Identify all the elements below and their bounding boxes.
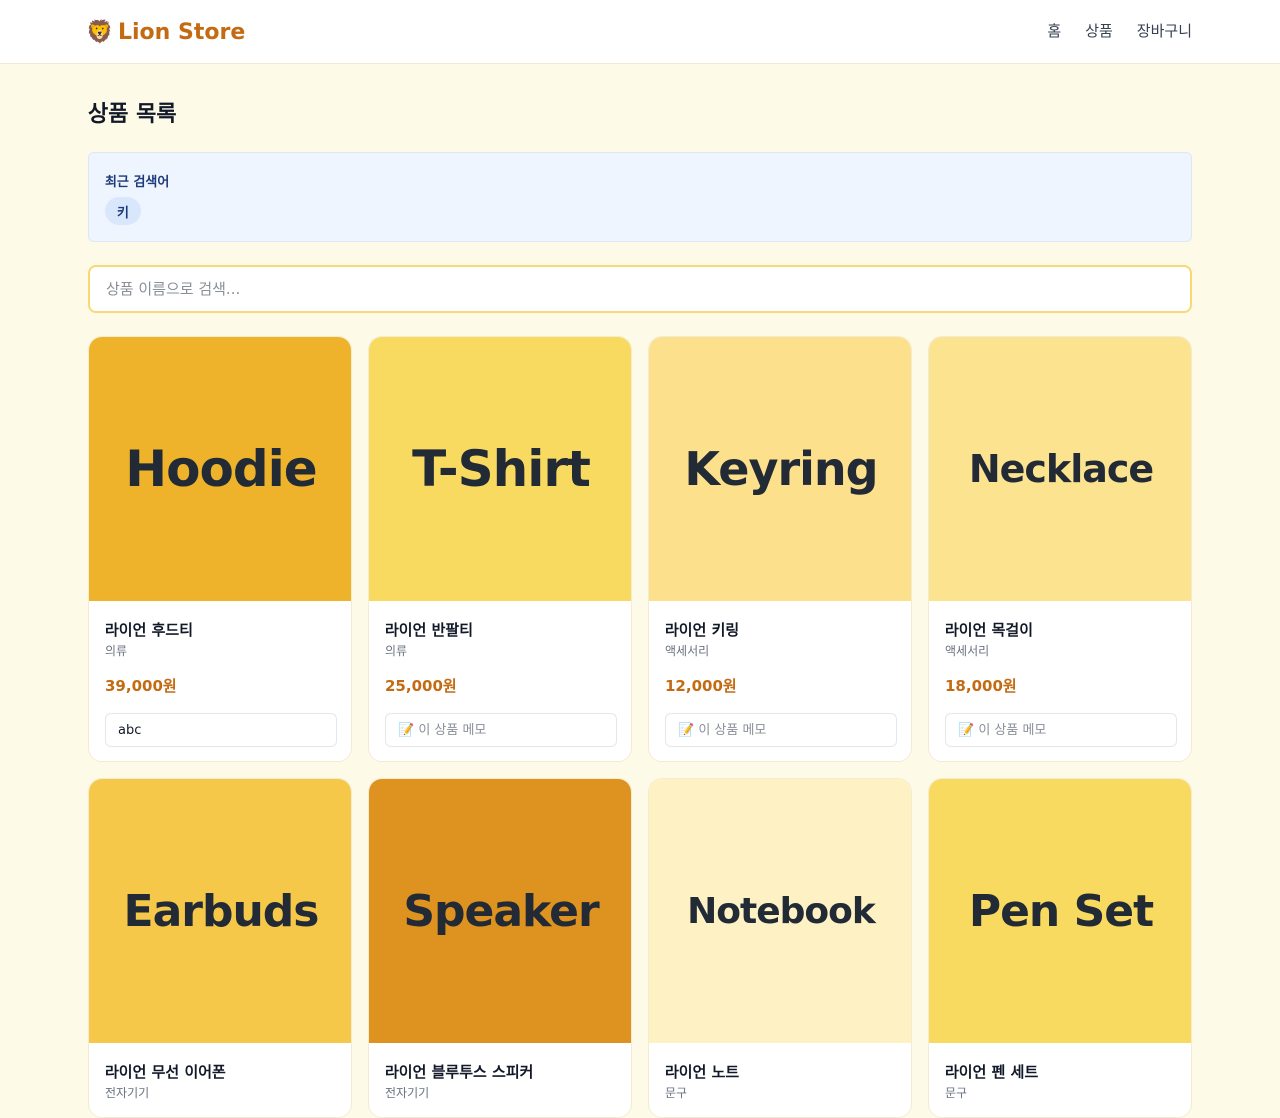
product-image: Notebook	[649, 779, 911, 1043]
product-memo-input[interactable]	[385, 713, 617, 747]
product-image-text: Necklace	[968, 447, 1154, 491]
product-price: 12,000원	[665, 677, 737, 695]
product-price: 18,000원	[945, 677, 1017, 695]
product-card-pen-set[interactable]: Pen Set 라이언 펜 세트 문구	[928, 778, 1192, 1118]
product-image-text: Hoodie	[125, 440, 317, 498]
nav-home[interactable]: 홈	[1047, 20, 1061, 41]
product-card-hoodie[interactable]: Hoodie 라이언 후드티 의류 39,000원	[88, 336, 352, 762]
product-memo-input[interactable]	[945, 713, 1177, 747]
product-image: Necklace	[929, 337, 1191, 601]
product-name: 라이언 블루투스 스피커	[385, 1063, 534, 1081]
recent-search-chip[interactable]: 키	[105, 197, 141, 225]
product-category: 의류	[105, 644, 128, 658]
product-name: 라이언 노트	[665, 1063, 740, 1081]
nav-cart[interactable]: 장바구니	[1137, 20, 1192, 41]
product-name: 라이언 목걸이	[945, 621, 1034, 639]
product-price: 39,000원	[105, 677, 177, 695]
product-category: 문구	[945, 1086, 968, 1100]
product-name: 라이언 무선 이어폰	[105, 1063, 226, 1081]
product-card-speaker[interactable]: Speaker 라이언 블루투스 스피커 전자기기	[368, 778, 632, 1118]
product-memo-input[interactable]	[105, 713, 337, 747]
search-input[interactable]	[88, 265, 1192, 313]
product-card-keyring[interactable]: Keyring 라이언 키링 액세서리 12,000원	[648, 336, 912, 762]
product-card-notebook[interactable]: Notebook 라이언 노트 문구	[648, 778, 912, 1118]
product-image: Pen Set	[929, 779, 1191, 1043]
product-image-text: Notebook	[687, 890, 876, 932]
product-price: 25,000원	[385, 677, 457, 695]
nav-products[interactable]: 상품	[1085, 20, 1113, 41]
lion-emoji-icon: 🦁	[86, 19, 114, 45]
product-memo-input[interactable]	[665, 713, 897, 747]
recent-searches-label: 최근 검색어	[105, 175, 170, 190]
brand-logo[interactable]: 🦁 Lion Store	[86, 16, 246, 48]
product-image: Earbuds	[89, 779, 351, 1043]
product-image-text: T-Shirt	[412, 440, 591, 498]
product-category: 전자기기	[385, 1086, 430, 1100]
product-category: 문구	[665, 1086, 688, 1100]
main-nav: 홈 상품 장바구니	[1047, 20, 1192, 41]
product-card-earbuds[interactable]: Earbuds 라이언 무선 이어폰 전자기기	[88, 778, 352, 1118]
brand-name: Lion Store	[118, 19, 246, 45]
product-category: 액세서리	[665, 644, 710, 658]
product-category: 의류	[385, 644, 408, 658]
product-image: T-Shirt	[369, 337, 631, 601]
product-card-tshirt[interactable]: T-Shirt 라이언 반팔티 의류 25,000원	[368, 336, 632, 762]
product-image: Keyring	[649, 337, 911, 601]
site-header: 🦁 Lion Store 홈 상품 장바구니	[0, 0, 1280, 64]
product-image-text: Keyring	[684, 442, 878, 496]
product-name: 라이언 펜 세트	[945, 1063, 1039, 1081]
product-name: 라이언 키링	[665, 621, 740, 639]
product-image-text: Pen Set	[968, 885, 1154, 937]
product-name: 라이언 반팔티	[385, 621, 474, 639]
product-image-text: Speaker	[403, 885, 599, 937]
page-title: 상품 목록	[88, 102, 177, 127]
product-card-necklace[interactable]: Necklace 라이언 목걸이 액세서리 18,000원	[928, 336, 1192, 762]
product-image-text: Earbuds	[123, 885, 320, 937]
product-category: 액세서리	[945, 644, 990, 658]
product-image: Speaker	[369, 779, 631, 1043]
product-category: 전자기기	[105, 1086, 150, 1100]
recent-searches-panel: 최근 검색어 키	[88, 152, 1192, 242]
product-image: Hoodie	[89, 337, 351, 601]
product-name: 라이언 후드티	[105, 621, 194, 639]
